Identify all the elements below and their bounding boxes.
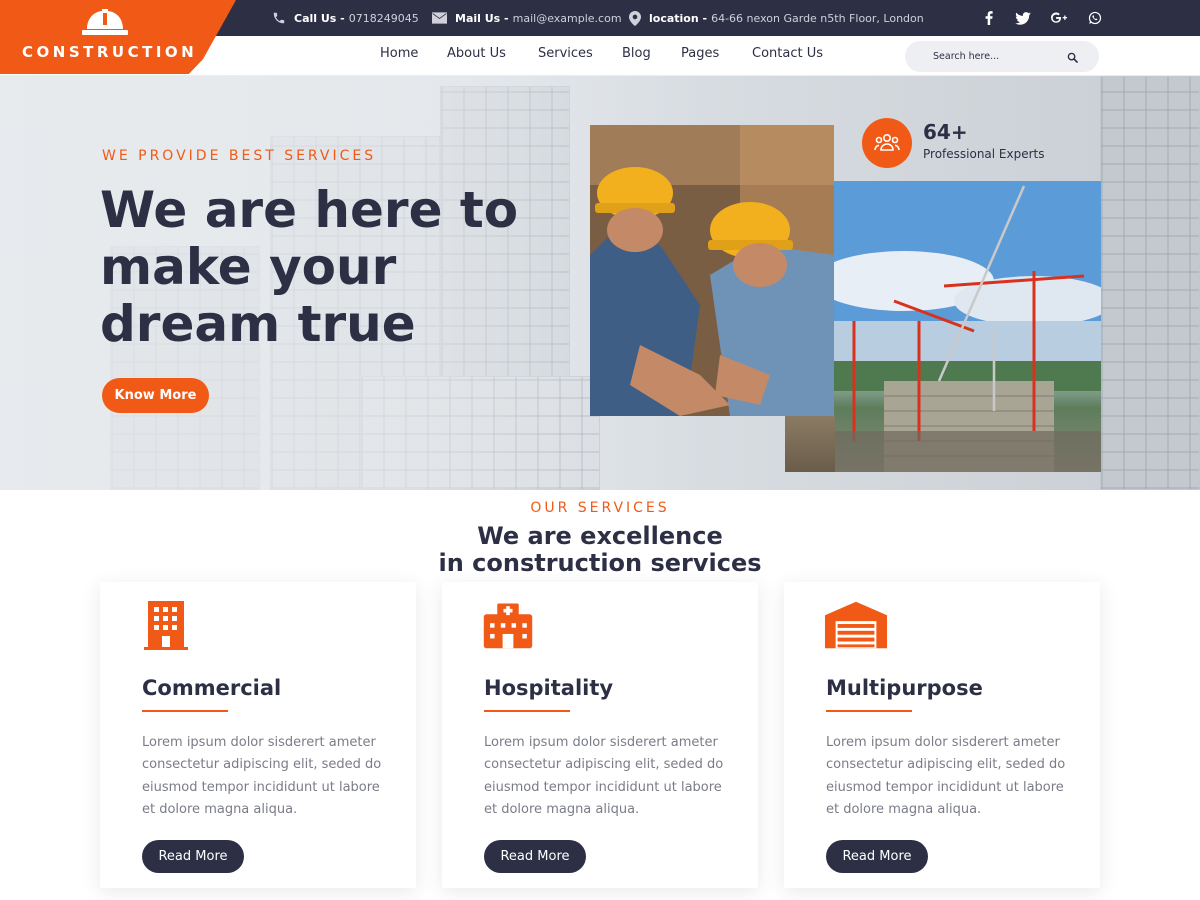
read-more-button[interactable]: Read More — [484, 840, 586, 873]
nav-pages[interactable]: Pages — [681, 46, 719, 61]
nav-services[interactable]: Services — [538, 46, 593, 61]
call-us-info[interactable]: Call Us - 0718249045 — [272, 0, 419, 36]
services-title-line-2: in construction services — [438, 549, 762, 577]
warehouse-icon — [824, 601, 888, 649]
card-divider — [484, 710, 570, 712]
mail-icon — [432, 12, 447, 24]
search-button[interactable] — [1063, 48, 1081, 66]
search-input[interactable] — [933, 48, 1063, 65]
experts-label: Professional Experts — [923, 147, 1045, 161]
search-icon — [1067, 52, 1078, 63]
card-title: Multipurpose — [826, 676, 983, 700]
service-card-multipurpose: Multipurpose Lorem ipsum dolor sisderert… — [784, 582, 1100, 888]
hero-tagline: WE PROVIDE BEST SERVICES — [102, 148, 377, 164]
location-label: location - — [649, 11, 708, 25]
know-more-button[interactable]: Know More — [102, 378, 209, 413]
cranes-photo — [834, 181, 1101, 472]
building-icon — [144, 601, 188, 650]
call-us-label: Call Us - — [294, 11, 345, 25]
card-description: Lorem ipsum dolor sisderert ameter conse… — [484, 735, 724, 817]
mail-us-info[interactable]: Mail Us - mail@example.com — [432, 0, 622, 36]
workers-photo — [590, 125, 834, 416]
hero-title: We are here to make your dream true — [100, 181, 519, 353]
nav-about-us[interactable]: About Us — [447, 46, 506, 61]
card-description: Lorem ipsum dolor sisderert ameter conse… — [142, 735, 382, 817]
hard-hat-icon — [82, 9, 128, 35]
services-tagline: OUR SERVICES — [530, 500, 670, 516]
brand-name: CONSTRUCTION — [22, 43, 198, 61]
nav-home[interactable]: Home — [380, 46, 418, 61]
services-title: We are excellence in construction servic… — [0, 523, 1200, 577]
facebook-icon[interactable] — [980, 9, 998, 27]
service-card-hospitality: Hospitality Lorem ipsum dolor sisderert … — [442, 582, 758, 888]
card-divider — [826, 710, 912, 712]
nav-contact-us[interactable]: Contact Us — [752, 46, 823, 61]
background-building — [1100, 76, 1200, 490]
google-plus-icon[interactable] — [1050, 9, 1068, 27]
card-title: Hospitality — [484, 676, 614, 700]
mail-us-label: Mail Us - — [455, 11, 509, 25]
card-title: Commercial — [142, 676, 282, 700]
location-pin-icon — [629, 10, 641, 26]
experts-badge — [862, 118, 912, 168]
mail-us-value: mail@example.com — [512, 11, 622, 25]
location-info: location - 64-66 nexon Garde n5th Floor,… — [629, 0, 924, 36]
card-description: Lorem ipsum dolor sisderert ameter conse… — [826, 735, 1066, 817]
nav-blog[interactable]: Blog — [622, 46, 651, 61]
whatsapp-icon[interactable] — [1086, 9, 1104, 27]
location-value: 64-66 nexon Garde n5th Floor, London — [711, 11, 924, 25]
service-card-commercial: Commercial Lorem ipsum dolor sisderert a… — [100, 582, 416, 888]
twitter-icon[interactable] — [1014, 9, 1032, 27]
call-us-value: 0718249045 — [348, 11, 419, 25]
site-ground-photo — [785, 416, 835, 472]
hero-section: WE PROVIDE BEST SERVICES We are here to … — [0, 76, 1200, 490]
read-more-button[interactable]: Read More — [826, 840, 928, 873]
search-box — [905, 41, 1099, 72]
services-title-line-1: We are excellence — [477, 522, 723, 550]
phone-icon — [273, 12, 285, 24]
team-icon — [874, 133, 900, 151]
hospital-icon — [483, 603, 533, 649]
read-more-button[interactable]: Read More — [142, 840, 244, 873]
card-divider — [142, 710, 228, 712]
experts-count: 64+ — [923, 120, 968, 144]
